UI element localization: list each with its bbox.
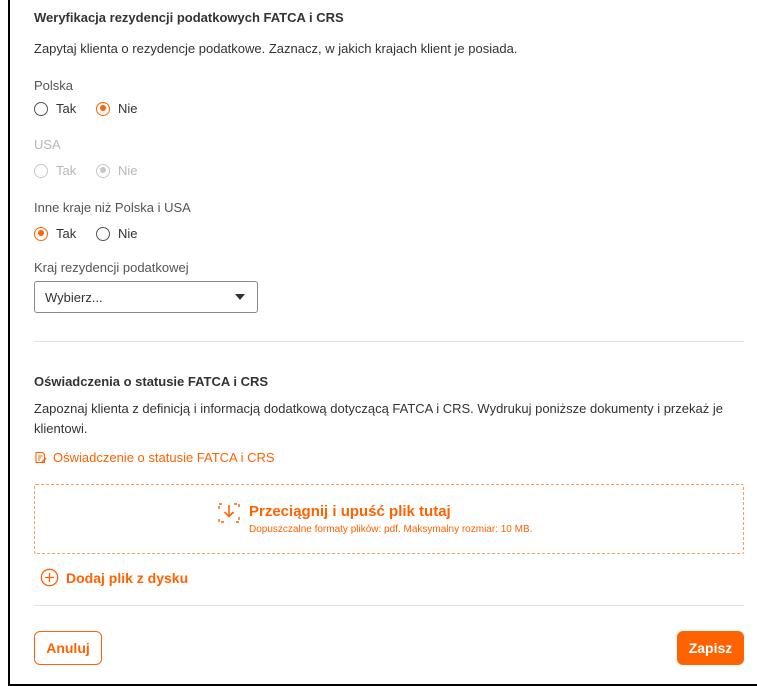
caret-down-icon <box>235 294 245 300</box>
poland-no-label: Nie <box>118 101 138 116</box>
poland-yes-label: Tak <box>56 101 77 116</box>
usa-yes-radio <box>34 163 48 178</box>
other-no-radio[interactable] <box>96 226 110 241</box>
tax-country-select[interactable]: Wybierz... <box>34 281 258 313</box>
other-yes-option[interactable]: Tak <box>34 226 76 241</box>
document-edit-icon <box>35 451 47 464</box>
poland-yes-option[interactable]: Tak <box>34 101 76 116</box>
other-yes-label: Tak <box>56 226 77 241</box>
usa-no-option: Nie <box>96 163 138 178</box>
poland-label: Polska <box>34 78 74 93</box>
statement-document-link[interactable]: Oświadczenie o statusie FATCA i CRS <box>34 450 275 465</box>
poland-no-option[interactable]: Nie <box>96 101 138 116</box>
poland-no-radio[interactable] <box>96 101 110 116</box>
poland-yes-radio[interactable] <box>34 101 48 116</box>
other-yes-radio[interactable] <box>34 226 48 241</box>
footer-divider <box>34 605 744 606</box>
plus-circle-icon <box>40 568 59 587</box>
section-description-statements: Zapoznaj klienta z definicją i informacj… <box>34 401 723 436</box>
section-title-statements: Oświadczenia o statusie FATCA i CRS <box>34 374 269 389</box>
usa-yes-option: Tak <box>34 163 76 178</box>
usa-no-radio <box>96 163 110 178</box>
usa-no-label: Nie <box>118 163 138 178</box>
usa-label: USA <box>34 137 61 152</box>
other-no-label: Nie <box>118 226 138 241</box>
other-no-option[interactable]: Nie <box>96 226 138 241</box>
cancel-button[interactable]: Anuluj <box>34 631 102 665</box>
section-description-residency: Zapytaj klienta o rezydencje podatkowe. … <box>34 41 518 56</box>
statement-document-link-label: Oświadczenie o statusie FATCA i CRS <box>53 450 275 465</box>
save-button[interactable]: Zapisz <box>677 631 744 665</box>
add-file-button[interactable]: Dodaj plik z dysku <box>40 568 188 587</box>
dropzone-subtitle: Dopuszczalne formaty plików: pdf. Maksym… <box>249 524 533 535</box>
dropzone-title: Przeciągnij i upuść plik tutaj <box>249 503 451 520</box>
download-icon <box>218 503 240 523</box>
usa-yes-label: Tak <box>56 163 77 178</box>
tax-country-value: Wybierz... <box>45 289 103 305</box>
add-file-label: Dodaj plik z dysku <box>66 569 189 586</box>
section-divider <box>34 341 744 342</box>
other-countries-label: Inne kraje niż Polska i USA <box>34 200 191 215</box>
tax-country-label: Kraj rezydencji podatkowej <box>34 260 189 275</box>
section-title-residency: Weryfikacja rezydencji podatkowych FATCA… <box>34 10 344 25</box>
